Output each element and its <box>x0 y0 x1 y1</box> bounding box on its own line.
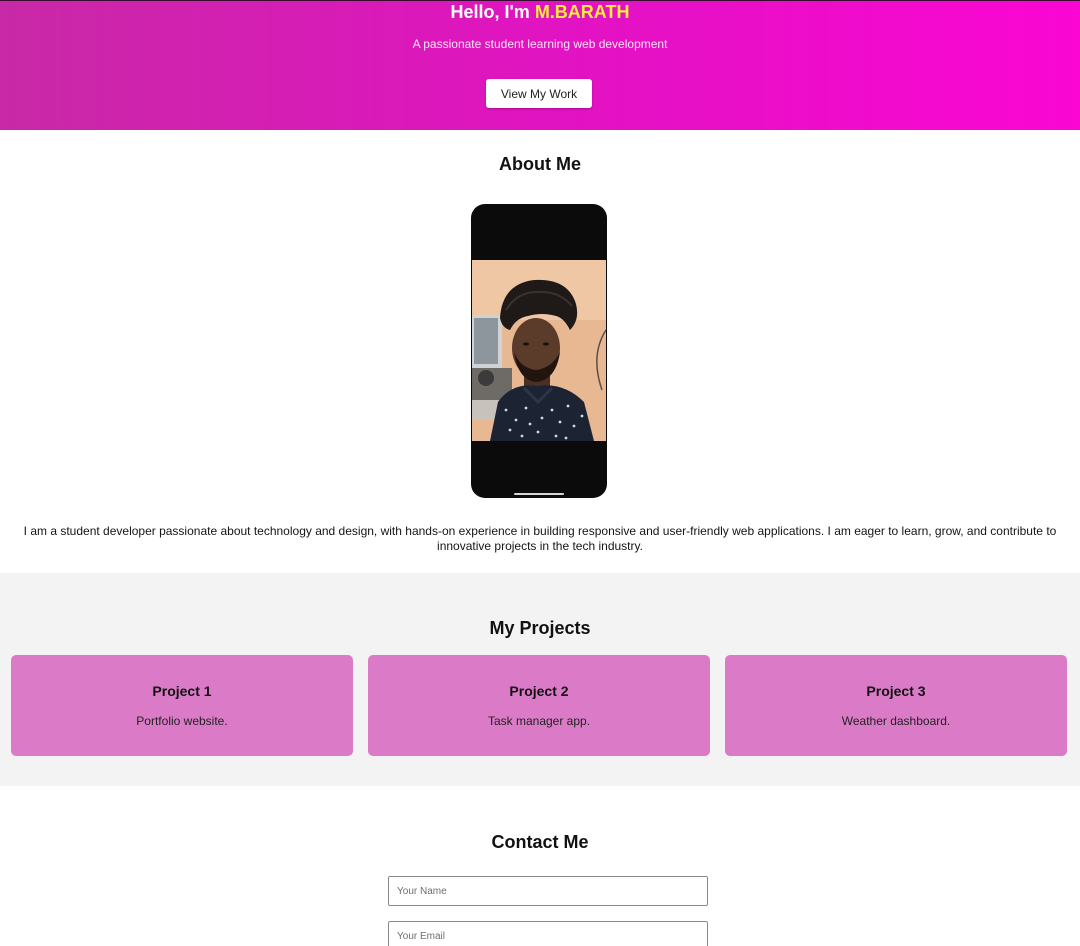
profile-photo <box>472 260 606 441</box>
project-card-3: Project 3 Weather dashboard. <box>725 655 1067 756</box>
hero-greeting: Hello, I'm <box>450 2 535 22</box>
name-input[interactable] <box>388 876 708 906</box>
email-input[interactable] <box>388 921 708 946</box>
about-section: About Me I am a student developer passio… <box>0 130 1080 573</box>
projects-section: My Projects Project 1 Portfolio website.… <box>0 573 1080 786</box>
project-title: Project 2 <box>509 683 569 699</box>
project-title: Project 1 <box>152 683 212 699</box>
project-description: Task manager app. <box>487 714 591 728</box>
project-title: Project 3 <box>866 683 926 699</box>
hero-name: M.BARATH <box>534 2 630 22</box>
phone-home-indicator <box>514 493 564 495</box>
hero-subtitle: A passionate student learning web develo… <box>412 37 668 51</box>
projects-title: My Projects <box>489 618 591 638</box>
hero-title: Hello, I'm M.BARATH <box>0 2 1080 22</box>
project-description: Weather dashboard. <box>841 714 951 728</box>
about-description: I am a student developer passionate abou… <box>23 524 1057 553</box>
project-card-1: Project 1 Portfolio website. <box>11 655 353 756</box>
profile-photo-frame <box>471 204 607 498</box>
contact-title: Contact Me <box>491 832 589 852</box>
view-my-work-button[interactable]: View My Work <box>486 79 592 108</box>
portfolio-page: Hello, I'm M.BARATH A passionate student… <box>0 0 1080 946</box>
contact-section: Contact Me <box>0 786 1080 946</box>
project-card-2: Project 2 Task manager app. <box>368 655 710 756</box>
project-description: Portfolio website. <box>136 714 228 728</box>
about-title: About Me <box>499 154 581 174</box>
hero-section: Hello, I'm M.BARATH A passionate student… <box>0 0 1080 130</box>
